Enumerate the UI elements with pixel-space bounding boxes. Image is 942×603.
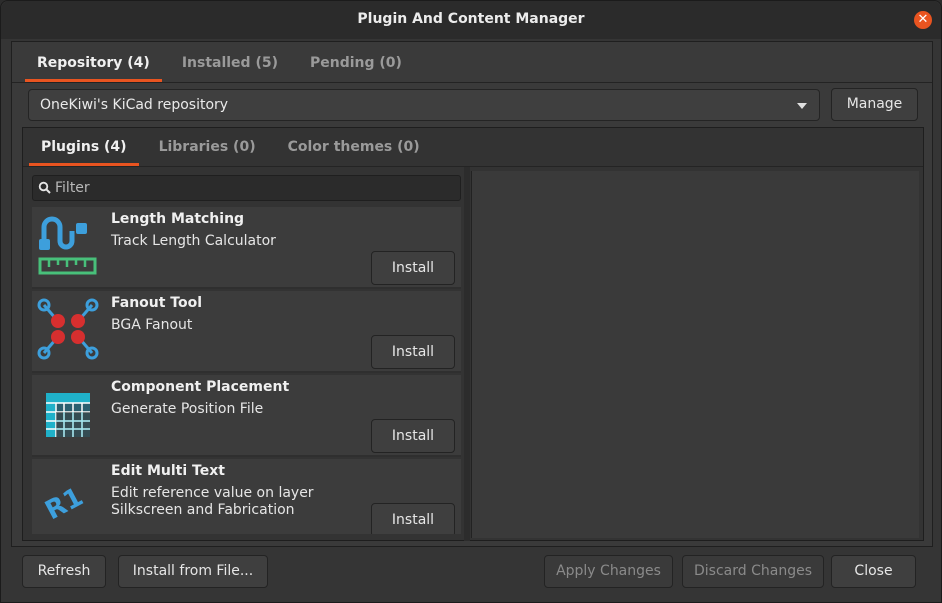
content-tab-bar: Plugins (4) Libraries (0) Color themes (… <box>29 128 440 166</box>
filter-box <box>32 175 461 201</box>
list-item[interactable]: R1 Edit Multi Text Edit reference value … <box>32 459 461 534</box>
install-from-file-button[interactable]: Install from File... <box>118 555 268 588</box>
plugin-list: Length Matching Track Length Calculator … <box>32 207 461 534</box>
manage-button[interactable]: Manage <box>831 88 918 121</box>
splitter[interactable] <box>464 167 470 541</box>
tab-pending[interactable]: Pending (0) <box>298 44 414 82</box>
content-panel: Plugins (4) Libraries (0) Color themes (… <box>22 127 924 541</box>
window-title: Plugin And Content Manager <box>357 11 585 27</box>
plugin-name: Fanout Tool <box>111 295 203 311</box>
plugin-name: Component Placement <box>111 379 290 395</box>
tab-libraries[interactable]: Libraries (0) <box>147 128 268 166</box>
content-tab-divider <box>23 166 923 167</box>
plugin-description: Track Length Calculator <box>111 233 276 249</box>
list-item[interactable]: Length Matching Track Length Calculator … <box>32 207 461 289</box>
filter-input[interactable] <box>55 176 455 200</box>
discard-changes-button[interactable]: Discard Changes <box>682 555 824 588</box>
plugin-details-pane <box>471 171 919 538</box>
list-item[interactable]: Fanout Tool BGA Fanout Install <box>32 291 461 373</box>
refresh-button[interactable]: Refresh <box>22 555 106 588</box>
fanout-icon <box>37 298 99 360</box>
repository-select[interactable]: OneKiwi's KiCad repository <box>28 89 820 121</box>
svg-text:R1: R1 <box>40 482 88 526</box>
repository-select-value: OneKiwi's KiCad repository <box>40 97 229 113</box>
repository-panel: Repository (4) Installed (5) Pending (0)… <box>11 41 933 547</box>
close-button[interactable]: Close <box>831 555 916 588</box>
install-button[interactable]: Install <box>371 419 455 453</box>
tab-plugins[interactable]: Plugins (4) <box>29 128 139 166</box>
apply-changes-button[interactable]: Apply Changes <box>544 555 673 588</box>
install-button[interactable]: Install <box>371 335 455 369</box>
search-icon <box>38 181 51 194</box>
list-item[interactable]: Component Placement Generate Position Fi… <box>32 375 461 457</box>
top-tab-bar: Repository (4) Installed (5) Pending (0) <box>25 44 422 82</box>
tab-divider <box>12 82 932 83</box>
plugin-description: BGA Fanout <box>111 317 193 333</box>
title-bar: Plugin And Content Manager ✕ <box>1 1 941 39</box>
chevron-down-icon <box>797 103 807 109</box>
tab-repository[interactable]: Repository (4) <box>25 44 162 82</box>
plugin-manager-window: Plugin And Content Manager ✕ Repository … <box>0 0 942 603</box>
plugin-name: Edit Multi Text <box>111 463 225 479</box>
tab-color-themes[interactable]: Color themes (0) <box>276 128 432 166</box>
r1-text-icon: R1 <box>40 482 88 526</box>
tab-installed[interactable]: Installed (5) <box>170 44 290 82</box>
install-button[interactable]: Install <box>371 503 455 534</box>
plugin-description: Edit reference value on layer Silkscreen… <box>111 485 314 518</box>
install-button[interactable]: Install <box>371 251 455 285</box>
length-matching-icon <box>38 216 97 275</box>
plugin-description: Generate Position File <box>111 401 264 417</box>
plugin-name: Length Matching <box>111 211 245 227</box>
grid-table-icon <box>46 393 90 437</box>
window-close-icon[interactable]: ✕ <box>914 11 932 29</box>
